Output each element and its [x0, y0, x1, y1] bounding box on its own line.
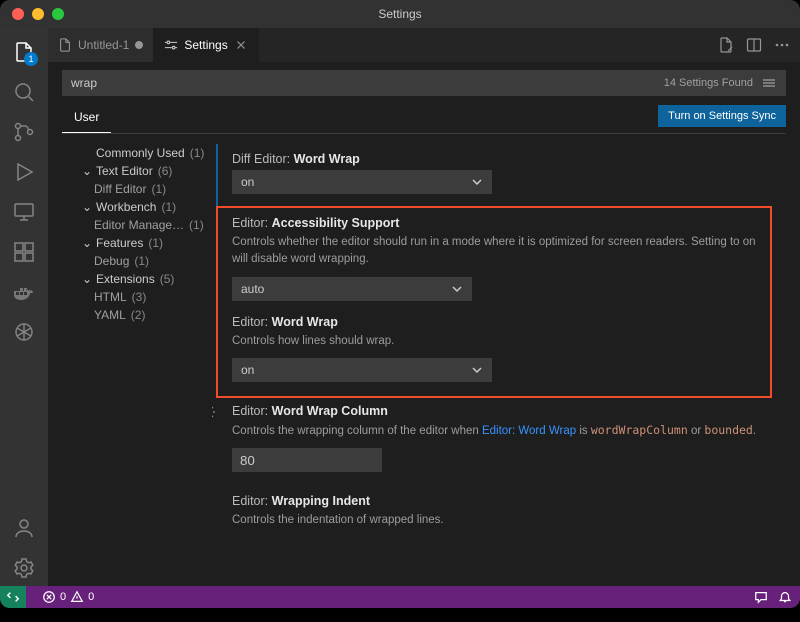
run-debug-icon[interactable]	[12, 160, 36, 184]
search-icon[interactable]	[12, 80, 36, 104]
status-bar: 0 0	[0, 586, 800, 608]
setting-dropdown[interactable]: auto	[232, 277, 472, 301]
split-editor-icon[interactable]	[746, 37, 762, 53]
explorer-badge: 1	[24, 52, 38, 66]
bell-icon	[778, 590, 792, 604]
toc-text-editor[interactable]: ⌄Text Editor(6)	[68, 162, 212, 180]
setting-gear-icon[interactable]	[212, 404, 216, 420]
open-json-icon[interactable]	[718, 37, 734, 53]
status-problems[interactable]: 0 0	[42, 590, 94, 604]
window-title: Settings	[0, 7, 800, 21]
more-actions-icon[interactable]	[774, 37, 790, 53]
kubernetes-icon[interactable]	[12, 320, 36, 344]
editor-tabs: Untitled-1 Settings	[48, 28, 800, 62]
remote-explorer-icon[interactable]	[12, 200, 36, 224]
chevron-down-icon	[471, 364, 483, 376]
remote-indicator[interactable]	[0, 586, 26, 608]
setting-wrapping-indent: Editor: Wrapping Indent Controls the ind…	[216, 486, 772, 551]
setting-number-input[interactable]	[232, 448, 382, 472]
tab-settings[interactable]: Settings	[154, 28, 258, 62]
explorer-icon[interactable]: 1	[12, 40, 36, 64]
setting-dropdown[interactable]: on	[232, 358, 492, 382]
warning-icon	[70, 590, 84, 604]
settings-list[interactable]: Diff Editor: Word Wrap on Editor: Access…	[212, 134, 786, 586]
toc-features[interactable]: ⌄Features(1)	[68, 234, 212, 252]
toc-diff-editor[interactable]: Diff Editor(1)	[68, 180, 212, 198]
setting-description: Controls the indentation of wrapped line…	[232, 512, 764, 529]
toc-debug[interactable]: Debug(1)	[68, 252, 212, 270]
tab-untitled[interactable]: Untitled-1	[48, 28, 154, 62]
toc-yaml[interactable]: YAML(2)	[68, 306, 212, 324]
toc-extensions[interactable]: ⌄Extensions(5)	[68, 270, 212, 288]
close-icon[interactable]	[234, 38, 248, 52]
settings-found-count: 14 Settings Found	[664, 77, 753, 89]
chevron-down-icon	[471, 176, 483, 188]
docker-icon[interactable]	[12, 280, 36, 304]
setting-dropdown[interactable]: on	[232, 170, 492, 194]
manage-gear-icon[interactable]	[12, 556, 36, 580]
activity-bar: 1	[0, 28, 48, 586]
setting-description: Controls the wrapping column of the edit…	[232, 422, 764, 440]
source-control-icon[interactable]	[12, 120, 36, 144]
toc-editor-management[interactable]: Editor Manage…(1)	[68, 216, 212, 234]
tab-label: Settings	[184, 38, 227, 52]
titlebar: Settings	[0, 0, 800, 28]
scope-user-tab[interactable]: User	[62, 102, 111, 133]
toc-workbench[interactable]: ⌄Workbench(1)	[68, 198, 212, 216]
status-feedback[interactable]	[754, 590, 768, 604]
accounts-icon[interactable]	[12, 516, 36, 540]
feedback-icon	[754, 590, 768, 604]
setting-description: Controls how lines should wrap.	[232, 333, 762, 350]
error-icon	[42, 590, 56, 604]
toc-html[interactable]: HTML(3)	[68, 288, 212, 306]
dirty-indicator-icon	[135, 41, 143, 49]
settings-tab-icon	[164, 38, 178, 52]
settings-search[interactable]: 14 Settings Found	[62, 70, 786, 96]
setting-word-wrap-column: Editor: Word Wrap Column Controls the wr…	[216, 396, 772, 486]
settings-sync-button[interactable]: Turn on Settings Sync	[658, 105, 786, 127]
status-notifications[interactable]	[778, 590, 792, 604]
setting-description: Controls whether the editor should run i…	[232, 234, 762, 269]
extensions-icon[interactable]	[12, 240, 36, 264]
tab-label: Untitled-1	[78, 38, 129, 52]
settings-search-input[interactable]	[71, 76, 664, 90]
highlighted-settings-group: Editor: Accessibility Support Controls w…	[216, 206, 772, 398]
setting-diff-editor-word-wrap: Diff Editor: Word Wrap on	[216, 144, 772, 208]
clear-search-icon[interactable]	[761, 75, 777, 91]
setting-link[interactable]: Editor: Word Wrap	[482, 425, 576, 437]
toc-commonly-used[interactable]: Commonly Used(1)	[68, 144, 212, 162]
file-icon	[58, 38, 72, 52]
settings-toc: Commonly Used(1) ⌄Text Editor(6) Diff Ed…	[62, 134, 212, 586]
chevron-down-icon	[451, 283, 463, 295]
